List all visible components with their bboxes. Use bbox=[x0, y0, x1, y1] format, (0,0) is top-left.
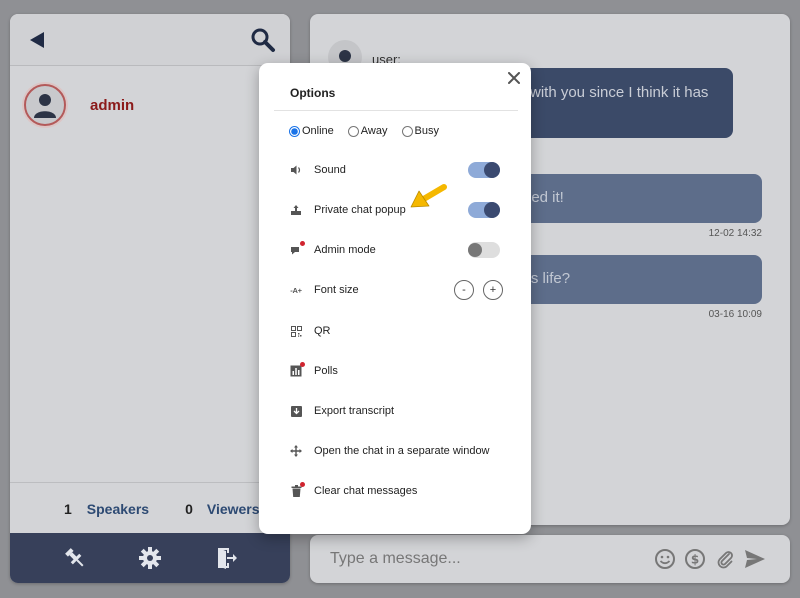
speaker-icon bbox=[289, 163, 303, 177]
settings-button[interactable] bbox=[137, 545, 163, 571]
users-panel-footer bbox=[10, 533, 290, 583]
option-admin-mode[interactable]: Admin mode bbox=[289, 239, 503, 261]
sound-toggle[interactable] bbox=[468, 162, 500, 178]
viewers-link[interactable]: Viewers bbox=[207, 501, 260, 517]
option-label: Export transcript bbox=[314, 405, 395, 417]
font-increase-button[interactable]: + bbox=[483, 280, 503, 300]
toggle-knob bbox=[484, 202, 500, 218]
user-icon bbox=[34, 94, 56, 118]
options-modal: Options Online Away Busy Sound Private c… bbox=[259, 63, 531, 534]
option-label: Private chat popup bbox=[314, 204, 406, 216]
message-timestamp: 12-02 14:32 bbox=[708, 228, 762, 239]
svg-text:$: $ bbox=[691, 553, 699, 567]
pin-button[interactable] bbox=[62, 545, 88, 571]
notification-dot bbox=[300, 362, 305, 367]
message-text: with you since I think it has bbox=[530, 84, 709, 101]
close-button[interactable] bbox=[505, 69, 523, 87]
option-label: QR bbox=[314, 325, 331, 337]
message-bubble: with you since I think it has bbox=[516, 68, 733, 138]
font-size-controls: - + bbox=[454, 280, 503, 300]
status-busy-option[interactable]: Busy bbox=[401, 125, 439, 137]
admin-icon bbox=[289, 241, 305, 257]
option-label: Clear chat messages bbox=[314, 485, 418, 497]
status-away-option[interactable]: Away bbox=[347, 125, 388, 137]
users-panel: admin 1 Speakers 0 Viewers bbox=[10, 14, 290, 583]
avatar bbox=[24, 84, 66, 126]
viewers-count: 0 bbox=[185, 500, 193, 517]
option-export-transcript[interactable]: Export transcript bbox=[289, 400, 503, 422]
message-timestamp: 03-16 10:09 bbox=[708, 309, 762, 320]
message-bubble: 's life? bbox=[516, 255, 762, 304]
speakers-count: 1 bbox=[64, 500, 72, 517]
status-busy-radio[interactable] bbox=[401, 125, 413, 137]
message-composer: $ bbox=[310, 535, 790, 583]
status-radio-group: Online Away Busy bbox=[289, 125, 453, 137]
users-panel-header bbox=[10, 14, 290, 66]
popup-icon bbox=[289, 203, 303, 217]
speakers-link[interactable]: Speakers bbox=[87, 501, 149, 517]
option-sound[interactable]: Sound bbox=[289, 159, 503, 181]
option-label: Sound bbox=[314, 164, 346, 176]
status-online-option[interactable]: Online bbox=[289, 125, 334, 137]
export-icon bbox=[289, 404, 303, 418]
emoji-icon bbox=[655, 549, 675, 569]
message-input[interactable] bbox=[320, 543, 640, 575]
option-label: Font size bbox=[314, 284, 359, 296]
exit-door-icon bbox=[217, 548, 237, 569]
option-private-chat-popup[interactable]: Private chat popup bbox=[289, 199, 503, 221]
close-icon bbox=[508, 72, 520, 84]
notification-dot bbox=[300, 241, 305, 246]
annotation-arrow-icon bbox=[410, 184, 447, 208]
gear-icon bbox=[138, 547, 161, 569]
paperclip-icon bbox=[717, 551, 733, 569]
polls-icon bbox=[289, 362, 305, 378]
status-away-radio[interactable] bbox=[347, 125, 359, 137]
message-bubble: led it! bbox=[516, 174, 762, 223]
option-qr[interactable]: QR bbox=[289, 320, 503, 342]
modal-title: Options bbox=[290, 86, 336, 100]
status-online-label: Online bbox=[302, 125, 334, 137]
send-icon bbox=[745, 550, 765, 568]
back-button[interactable] bbox=[26, 28, 48, 52]
participant-counts: 1 Speakers 0 Viewers bbox=[10, 482, 290, 534]
search-icon bbox=[251, 28, 275, 52]
user-list-item[interactable]: admin bbox=[24, 84, 134, 126]
exit-button[interactable] bbox=[212, 545, 238, 571]
font-size-icon: -A+ bbox=[289, 283, 303, 297]
option-label: Admin mode bbox=[314, 244, 376, 256]
tip-button[interactable]: $ bbox=[683, 547, 707, 571]
option-label: Open the chat in a separate window bbox=[314, 445, 490, 457]
move-icon bbox=[289, 444, 303, 458]
modal-divider bbox=[274, 110, 518, 111]
trash-icon bbox=[289, 482, 305, 498]
qr-icon bbox=[289, 324, 303, 338]
admin-mode-toggle[interactable] bbox=[468, 242, 500, 258]
toggle-knob bbox=[468, 243, 482, 257]
back-arrow-icon bbox=[30, 32, 44, 48]
option-open-separate-window[interactable]: Open the chat in a separate window bbox=[289, 440, 503, 462]
message-text: led it! bbox=[528, 189, 564, 206]
message-text: 's life? bbox=[528, 270, 571, 287]
toggle-knob bbox=[484, 162, 500, 178]
font-decrease-button[interactable]: - bbox=[454, 280, 474, 300]
option-polls[interactable]: Polls bbox=[289, 360, 503, 382]
status-busy-label: Busy bbox=[414, 125, 439, 137]
option-label: Polls bbox=[314, 365, 338, 377]
pin-icon bbox=[65, 548, 84, 567]
user-name: admin bbox=[90, 96, 135, 114]
option-font-size: -A+ Font size - + bbox=[289, 279, 503, 301]
private-chat-popup-toggle[interactable] bbox=[468, 202, 500, 218]
notification-dot bbox=[300, 482, 305, 487]
send-button[interactable] bbox=[743, 547, 767, 571]
status-online-radio[interactable] bbox=[289, 125, 300, 137]
search-button[interactable] bbox=[250, 27, 276, 53]
attach-button[interactable] bbox=[713, 547, 737, 571]
dollar-icon: $ bbox=[685, 549, 705, 569]
status-away-label: Away bbox=[360, 125, 388, 137]
emoji-button[interactable] bbox=[653, 547, 677, 571]
option-clear-chat[interactable]: Clear chat messages bbox=[289, 480, 503, 502]
font-size-icon-text: -A+ bbox=[290, 285, 302, 295]
